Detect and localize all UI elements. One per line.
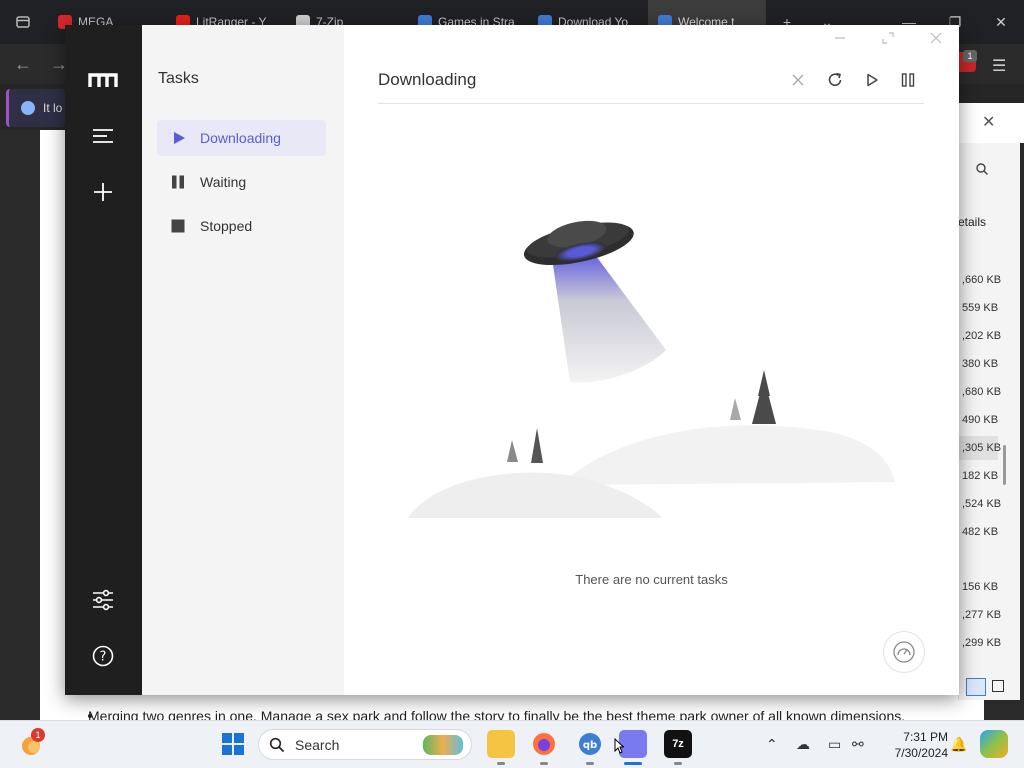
running-indicator (497, 762, 505, 765)
back-arrow-icon[interactable]: ← (14, 54, 32, 75)
file-size: ,277 KB (962, 609, 1002, 621)
file-explorer-icon[interactable] (487, 730, 515, 758)
search-placeholder: Search (295, 736, 340, 753)
app-close-icon[interactable] (926, 28, 946, 48)
stop-icon (171, 219, 185, 238)
sidebar-title: Tasks (158, 70, 199, 87)
speedometer-icon (893, 641, 915, 663)
file-size: 380 KB (962, 358, 999, 370)
nav-item-waiting[interactable]: Waiting (157, 164, 326, 200)
network-icon[interactable]: ⚯ (852, 736, 864, 753)
clock-time: 7:31 PM (903, 730, 948, 744)
file-size: 490 KB (962, 414, 999, 426)
file-size: 559 KB (962, 302, 999, 314)
clock-date: 7/30/2024 (894, 746, 948, 760)
file-size: ,305 KB (962, 442, 1002, 454)
file-size: ,202 KB (962, 330, 1002, 342)
qbittorrent-icon[interactable]: qb (576, 730, 604, 758)
notification-bell-icon[interactable]: 🔔 (950, 736, 967, 753)
file-size: ,524 KB (962, 498, 1002, 510)
header-divider (378, 103, 924, 104)
search-icon (269, 737, 285, 752)
help-icon[interactable]: ? (88, 641, 118, 671)
play-icon (172, 131, 186, 150)
running-indicator (540, 762, 548, 765)
nav-item-label: Waiting (200, 174, 247, 190)
extension-badge: 1 (963, 50, 977, 62)
taskbar-clock[interactable]: 7:31 PM 7/30/2024 (878, 729, 948, 761)
add-task-icon[interactable] (88, 177, 118, 207)
start-icon[interactable] (219, 730, 247, 758)
file-size: ,660 KB (962, 274, 1002, 286)
tab-actions-icon[interactable] (0, 0, 46, 44)
scrollbar-thumb[interactable] (1003, 445, 1006, 485)
copilot-icon[interactable] (980, 730, 1008, 758)
details-view-icon[interactable] (966, 678, 986, 696)
delete-task-icon[interactable] (786, 68, 810, 92)
display-icon[interactable]: ▭ (828, 736, 841, 753)
sevenzip-close-icon[interactable]: ✕ (982, 112, 995, 132)
running-indicator (674, 762, 682, 765)
speedometer-button[interactable] (883, 631, 925, 673)
tiles-view-icon[interactable] (992, 680, 1004, 692)
settings-sliders-icon[interactable] (88, 585, 118, 615)
resume-all-icon[interactable] (860, 68, 884, 92)
app-minimize-icon[interactable] (830, 28, 850, 48)
nav-item-downloading[interactable]: Downloading (157, 120, 326, 156)
weather-badge: 1 (31, 728, 45, 742)
empty-state-text: There are no current tasks (575, 572, 728, 587)
active-indicator (624, 762, 642, 765)
nav-item-stopped[interactable]: Stopped (157, 208, 326, 244)
file-size: 482 KB (962, 526, 999, 538)
nav-item-label: Downloading (200, 130, 281, 146)
nav-item-label: Stopped (200, 218, 253, 234)
info-icon (21, 101, 35, 115)
pause-icon (171, 175, 185, 194)
running-indicator (586, 762, 594, 765)
file-size: ,299 KB (962, 637, 1002, 649)
details-label[interactable]: etails (958, 215, 986, 229)
page-title: Downloading (378, 70, 477, 89)
file-size: ,680 KB (962, 386, 1002, 398)
ufo-empty-illustration (408, 220, 895, 518)
pause-all-icon[interactable] (896, 68, 920, 92)
browser-close-icon[interactable]: ✕ (978, 0, 1024, 44)
refresh-icon[interactable] (823, 68, 847, 92)
svg-text:qb: qb (583, 740, 597, 751)
bullet-icon (88, 714, 92, 718)
browser-menu-icon[interactable]: ☰ (992, 56, 1006, 76)
sevenzip-taskbar-icon[interactable]: 7z (664, 730, 692, 758)
app-maximize-icon[interactable] (878, 28, 898, 48)
search-highlight-icon (423, 734, 463, 755)
menu-icon[interactable] (88, 121, 118, 151)
file-size: 156 KB (962, 581, 999, 593)
mouse-cursor-icon (614, 737, 625, 754)
info-notification[interactable]: It lo (6, 89, 66, 127)
tray-overflow-chevron-icon[interactable]: ⌃ (766, 736, 778, 753)
sevenzip-search-icon[interactable] (975, 162, 989, 181)
onedrive-icon[interactable]: ☁ (796, 736, 810, 753)
firefox-icon[interactable] (530, 730, 558, 758)
taskbar-search[interactable]: Search (258, 729, 472, 760)
file-size: 182 KB (962, 470, 999, 482)
app-logo-icon[interactable] (88, 65, 118, 95)
svg-text:?: ? (100, 650, 107, 665)
